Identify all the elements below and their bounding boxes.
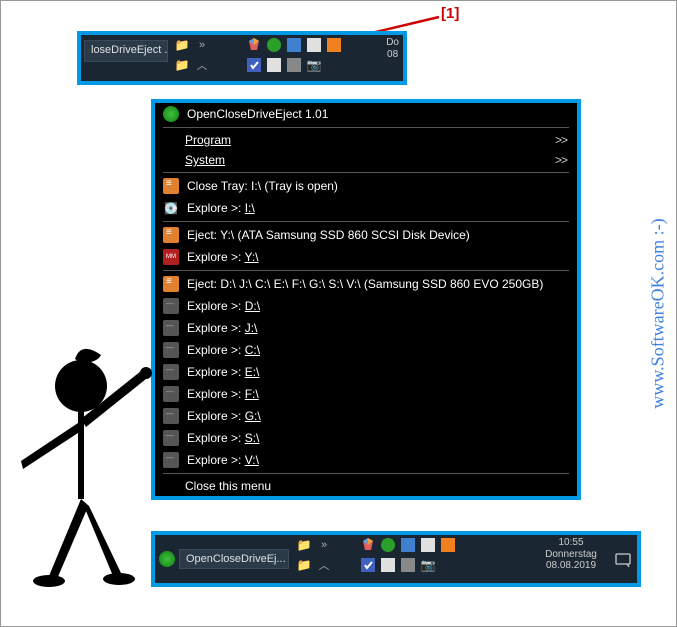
app-icon[interactable] [266,57,282,73]
menu-close-tray[interactable]: Close Tray: I:\ (Tray is open) [155,175,577,197]
menu-explore-j[interactable]: Explore >: J:\ [155,317,577,339]
menu-close[interactable]: Close this menu [155,476,577,496]
menu-explore-d[interactable]: Explore >: D:\ [155,295,577,317]
menu-explore-c[interactable]: Explore >: C:\ [155,339,577,361]
power-icon[interactable] [326,37,342,53]
drive-icon [163,430,179,446]
folder-icon[interactable]: 📁 [174,37,190,53]
drive-icon [163,320,179,336]
folder-icon[interactable]: 📁 [296,557,312,573]
chevron-up-icon[interactable]: ︿ [316,557,332,573]
menu-explore-i[interactable]: 💽 Explore >: I:\ [155,197,577,219]
taskbar-top: loseDriveEject ... 📁 » 📁 ︿ 📷 Do 08 [77,31,407,85]
folder-icon[interactable]: 📁 [174,57,190,73]
shield-icon[interactable] [360,557,376,573]
clock[interactable]: 10:55 Donnerstag 08.08.2019 [533,535,609,583]
shield-icon[interactable] [246,57,262,73]
app-icon [163,106,179,122]
security-icon[interactable] [246,37,262,53]
menu-eject-y[interactable]: Eject: Y:\ (ATA Samsung SSD 860 SCSI Dis… [155,224,577,246]
calendar-icon[interactable] [420,537,436,553]
eject-icon [163,227,179,243]
camera-icon[interactable]: 📷 [420,557,436,573]
menu-explore-f[interactable]: Explore >: F:\ [155,383,577,405]
separator [163,473,569,474]
eject-icon [163,178,179,194]
menu-explore-v[interactable]: Explore >: V:\ [155,449,577,471]
taskbar-button[interactable]: loseDriveEject ... [84,40,168,62]
callout-label: [1] [441,5,459,22]
separator [163,270,569,271]
menu-system[interactable]: System >> [155,150,577,170]
chevron-right-icon[interactable]: » [194,37,210,53]
separator [163,172,569,173]
menu-explore-g[interactable]: Explore >: G:\ [155,405,577,427]
menu-title: OpenCloseDriveEject 1.01 [155,103,577,125]
folder-icon[interactable]: 📁 [296,537,312,553]
app-blue-icon[interactable] [286,37,302,53]
clock[interactable]: Do 08 [382,35,403,62]
chevron-right-icon: >> [555,133,567,147]
drive-icon: 💽 [163,200,179,216]
power-icon[interactable] [440,537,456,553]
calendar-icon[interactable] [306,37,322,53]
app-icon[interactable] [400,557,416,573]
drive-icon: MM [163,249,179,265]
notification-icon[interactable] [609,535,637,583]
app-icon[interactable] [286,57,302,73]
camera-icon[interactable]: 📷 [306,57,322,73]
separator [163,221,569,222]
app-green-icon[interactable] [380,537,396,553]
chevron-right-icon: >> [555,153,567,167]
menu-explore-s[interactable]: Explore >: S:\ [155,427,577,449]
menu-program[interactable]: Program >> [155,130,577,150]
context-menu: OpenCloseDriveEject 1.01 Program >> Syst… [151,99,581,500]
drive-icon [163,452,179,468]
separator [163,127,569,128]
chevron-right-icon[interactable]: » [316,537,332,553]
drive-icon [163,408,179,424]
mascot-figure [1,331,161,591]
drive-icon [163,386,179,402]
menu-explore-y[interactable]: MM Explore >: Y:\ [155,246,577,268]
eject-icon [163,276,179,292]
menu-eject-multi[interactable]: Eject: D:\ J:\ C:\ E:\ F:\ G:\ S:\ V:\ (… [155,273,577,295]
security-icon[interactable] [360,537,376,553]
drive-icon [163,342,179,358]
taskbar-bottom: OpenCloseDriveEj... 📁 » 📁 ︿ 📷 [151,531,641,587]
drive-icon [163,364,179,380]
drive-icon [163,298,179,314]
app-green-icon[interactable] [266,37,282,53]
app-icon[interactable] [380,557,396,573]
menu-explore-e[interactable]: Explore >: E:\ [155,361,577,383]
watermark: www.SoftwareOK.com :-) [646,1,670,626]
taskbar-button[interactable]: OpenCloseDriveEj... [179,549,289,569]
app-icon[interactable] [159,551,175,567]
chevron-up-icon[interactable]: ︿ [194,57,210,73]
app-blue-icon[interactable] [400,537,416,553]
